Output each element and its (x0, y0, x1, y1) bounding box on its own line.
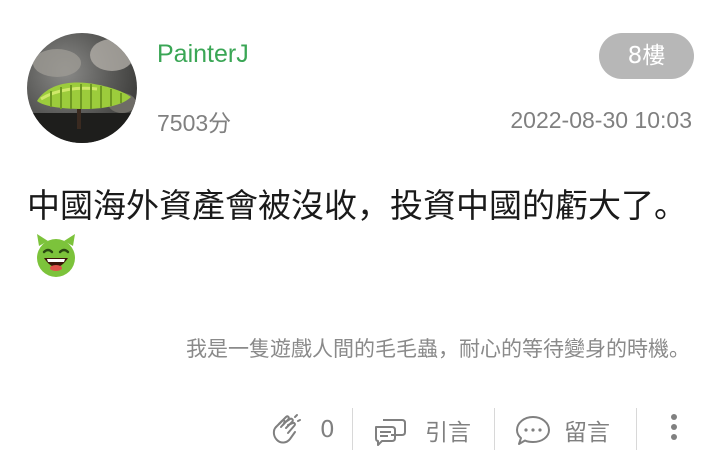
grinning-devil-emoji-icon (33, 232, 79, 278)
quote-button[interactable]: 引言 (373, 400, 471, 460)
like-count: 0 (320, 417, 335, 443)
quote-bubble-icon (373, 413, 407, 447)
user-avatar[interactable] (27, 33, 137, 143)
clap-hands-icon (268, 413, 302, 447)
comment-label: 留言 (564, 420, 610, 446)
post-timestamp: 2022-08-30 10:03 (510, 107, 692, 133)
more-vertical-icon (664, 410, 684, 450)
comment-bubble-icon (514, 413, 550, 447)
post-actions-bar: 0 引言 留言 (0, 400, 720, 460)
floor-badge: 8樓 (599, 33, 694, 79)
like-button[interactable]: 0 (268, 400, 335, 460)
username-link[interactable]: PainterJ (157, 40, 249, 69)
action-divider (352, 408, 353, 450)
quote-label: 引言 (425, 420, 471, 446)
user-signature: 我是一隻遊戲人間的毛毛蟲，耐心的等待變身的時機。 (186, 337, 690, 361)
action-divider (494, 408, 495, 450)
comment-button[interactable]: 留言 (514, 400, 610, 460)
post-content: 中國海外資產會被沒收，投資中國的虧大了。 (27, 180, 687, 282)
action-divider (636, 408, 637, 450)
more-options-button[interactable] (664, 400, 684, 460)
post-text: 中國海外資產會被沒收，投資中國的虧大了。 (27, 186, 687, 225)
user-score: 7503分 (157, 110, 232, 136)
